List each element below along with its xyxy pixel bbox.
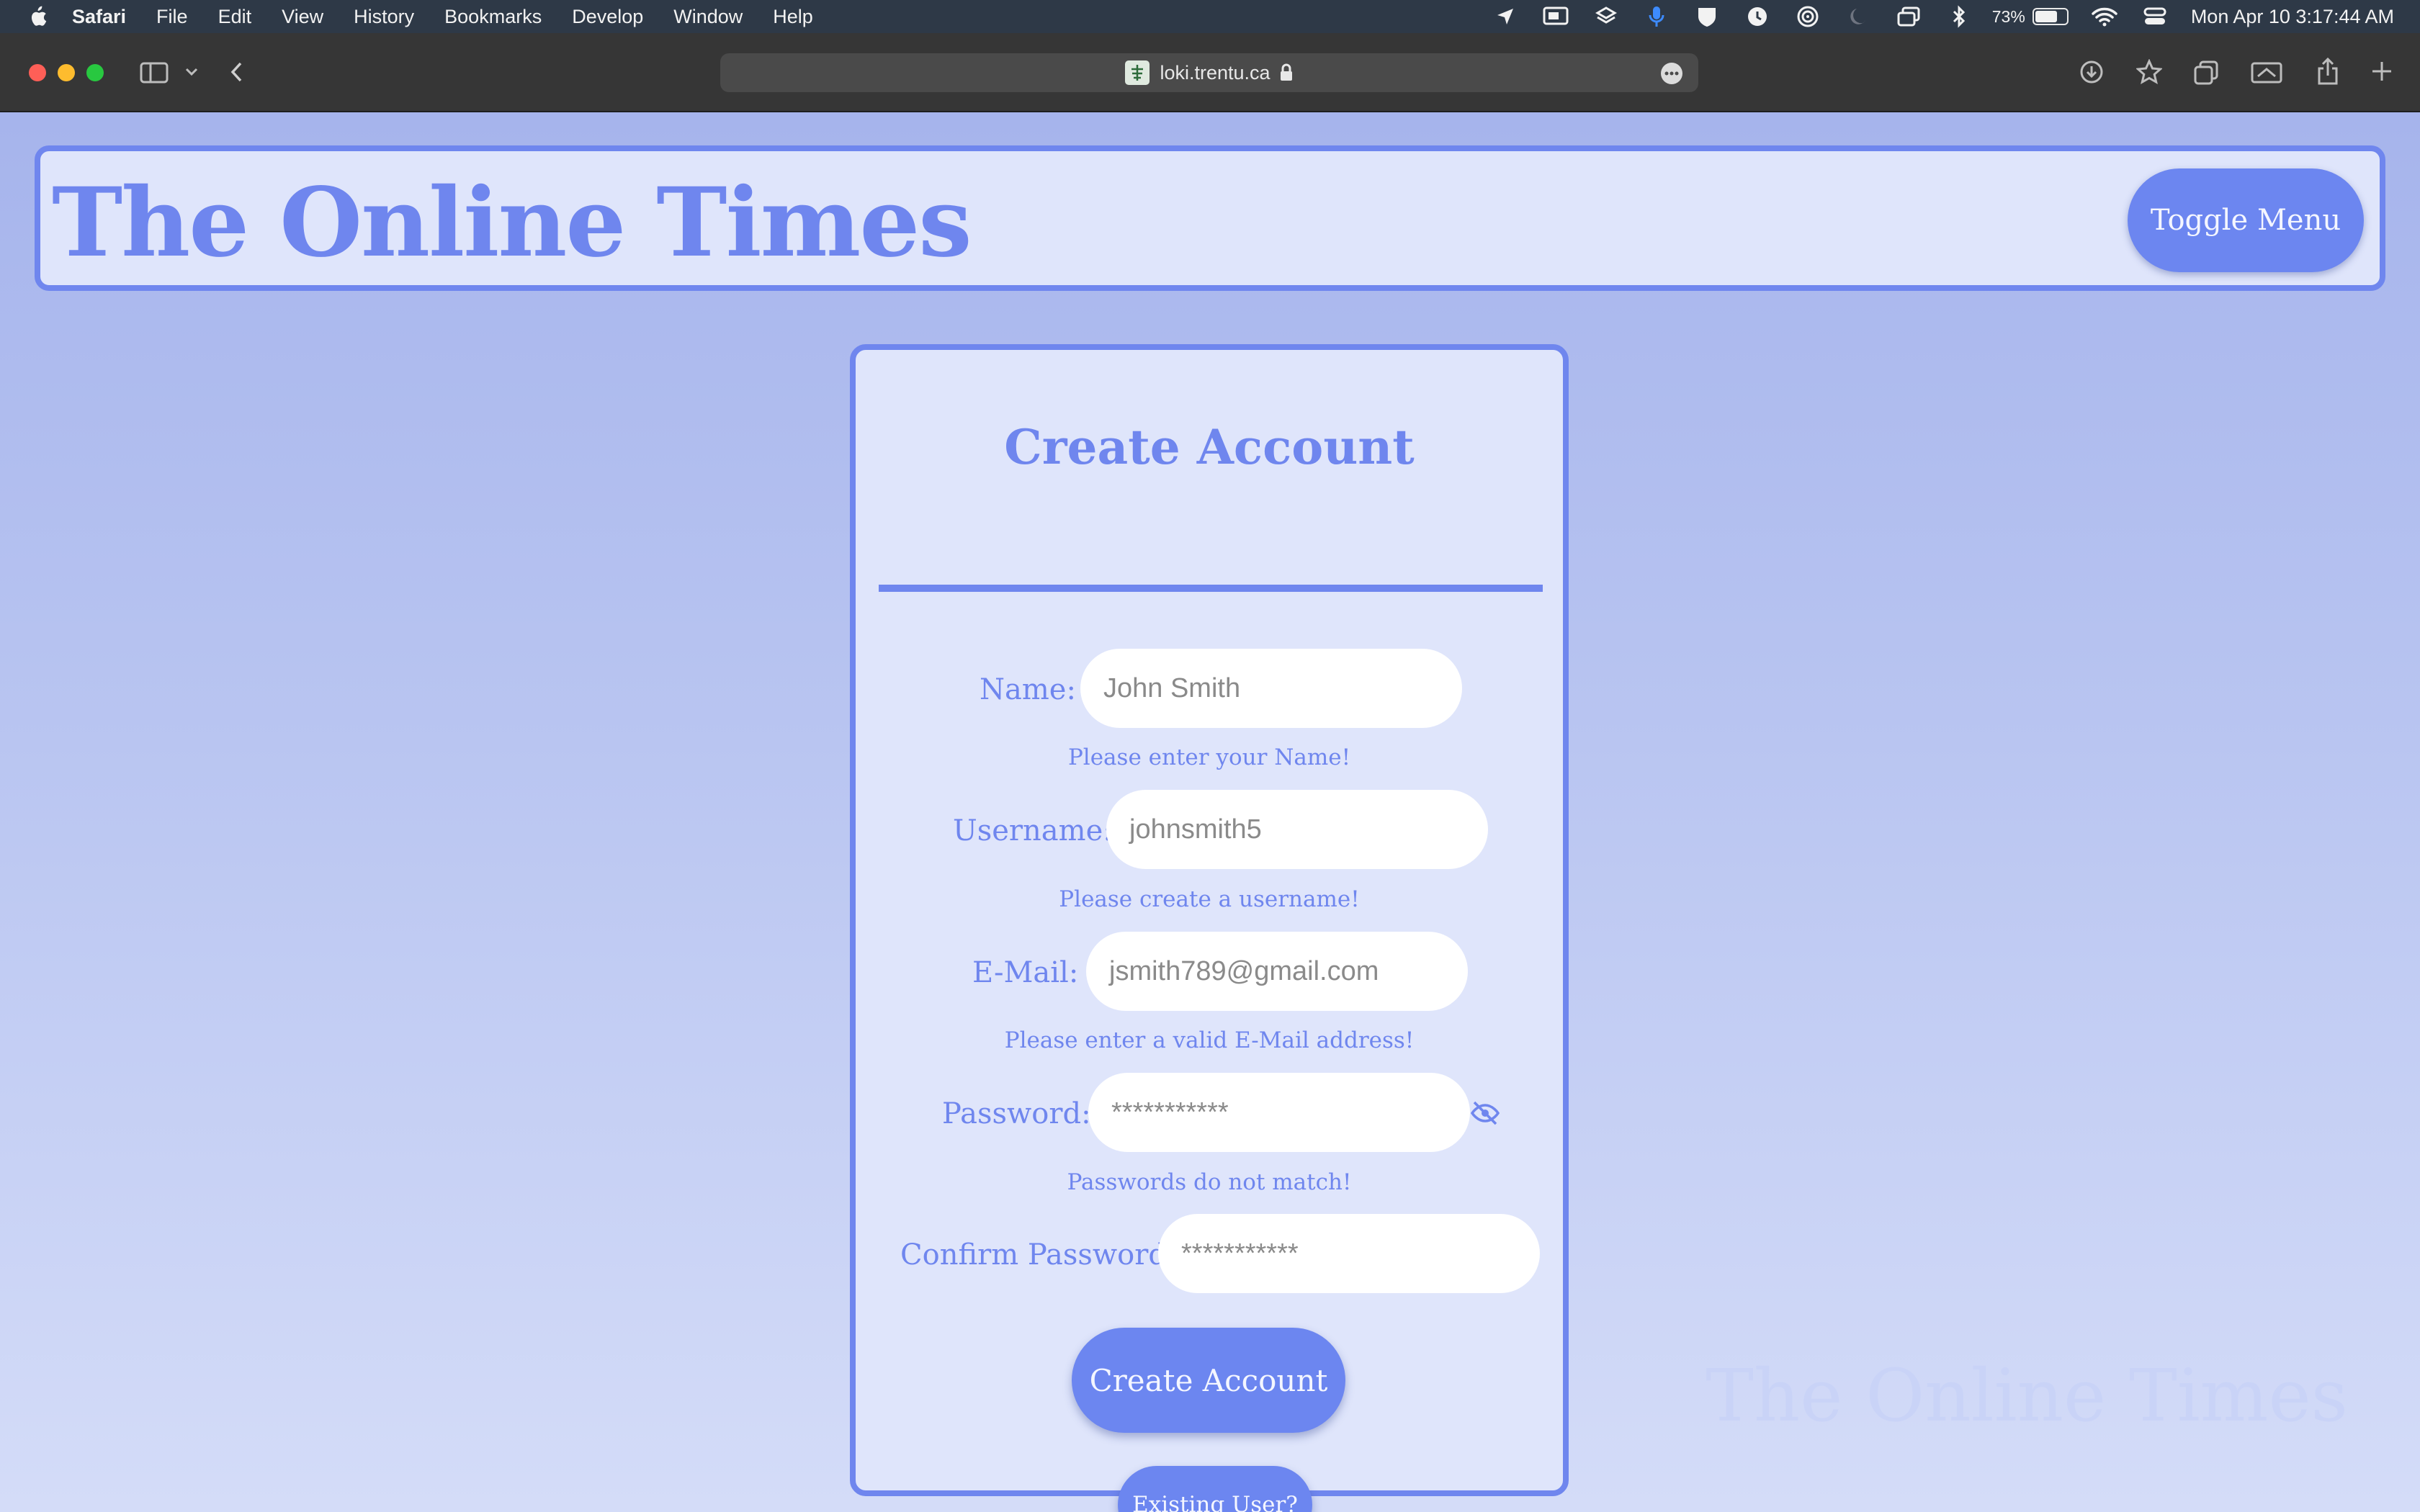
location-arrow-icon[interactable]	[1491, 2, 1520, 31]
password-hint: Passwords do not match!	[1067, 1169, 1352, 1195]
email-hint: Please enter a valid E-Mail address!	[1004, 1027, 1415, 1053]
control-center-icon[interactable]	[2141, 2, 2169, 31]
site-title[interactable]: The Online Times	[52, 167, 972, 279]
password-input[interactable]: ***********	[1088, 1073, 1470, 1152]
airdrop-icon[interactable]	[1793, 2, 1822, 31]
microphone-icon[interactable]	[1642, 2, 1671, 31]
create-account-button[interactable]: Create Account	[1072, 1328, 1345, 1433]
confirm-password-label: Confirm Password:	[900, 1238, 1177, 1272]
site-favicon-icon	[1125, 60, 1150, 85]
battery-icon[interactable]	[2032, 8, 2069, 25]
username-label: Username:	[953, 814, 1113, 847]
page-menu-icon[interactable]	[1661, 63, 1682, 84]
menu-window[interactable]: Window	[673, 6, 743, 28]
shield-icon[interactable]	[1693, 2, 1721, 31]
moon-icon[interactable]	[1844, 2, 1873, 31]
menu-file[interactable]: File	[156, 6, 188, 28]
share-icon[interactable]	[2315, 56, 2341, 86]
minimize-window-button[interactable]	[58, 64, 75, 81]
fullscreen-window-button[interactable]	[86, 64, 104, 81]
sidebar-toggle-icon[interactable]	[140, 60, 169, 85]
password-placeholder: ***********	[1111, 1097, 1229, 1128]
wifi-icon[interactable]	[2090, 2, 2119, 31]
eye-slash-icon[interactable]	[1469, 1099, 1501, 1128]
reading-list-icon[interactable]	[2250, 60, 2283, 85]
email-placeholder: jsmith789@gmail.com	[1109, 955, 1379, 986]
name-label: Name:	[980, 673, 1076, 706]
bookmark-star-icon[interactable]	[2135, 58, 2164, 86]
downloads-icon[interactable]	[2079, 59, 2105, 85]
tab-overview-icon[interactable]	[2192, 59, 2220, 86]
footer-watermark-title: The Online Times	[1706, 1354, 2348, 1438]
close-window-button[interactable]	[29, 64, 46, 81]
menu-edit[interactable]: Edit	[218, 6, 252, 28]
username-input[interactable]: johnsmith5	[1106, 790, 1488, 869]
name-input[interactable]: John Smith	[1080, 649, 1462, 728]
back-arrow-icon[interactable]	[228, 59, 245, 85]
name-hint: Please enter your Name!	[1067, 744, 1351, 770]
email-input[interactable]: jsmith789@gmail.com	[1086, 932, 1468, 1011]
menu-help[interactable]: Help	[773, 6, 813, 28]
menu-bar-clock[interactable]: Mon Apr 10 3:17:44 AM	[2191, 6, 2394, 28]
create-account-form: Create Account Name: John Smith Please e…	[850, 344, 1569, 1512]
email-label: E-Mail:	[972, 956, 1079, 989]
menu-bookmarks[interactable]: Bookmarks	[444, 6, 542, 28]
existing-user-button[interactable]: Existing User?	[1118, 1466, 1312, 1512]
toggle-menu-button[interactable]: Toggle Menu	[2128, 168, 2364, 272]
screen-mirroring-icon[interactable]	[1541, 2, 1570, 31]
window-icon[interactable]	[1894, 2, 1923, 31]
menu-develop[interactable]: Develop	[572, 6, 643, 28]
site-header: The Online Times Toggle Menu	[35, 145, 2385, 291]
clock-icon[interactable]	[1743, 2, 1772, 31]
bluetooth-icon[interactable]	[1945, 2, 1973, 31]
address-bar[interactable]: loki.trentu.ca	[720, 53, 1698, 92]
menu-safari[interactable]: Safari	[72, 6, 126, 28]
apple-menu-icon[interactable]	[27, 5, 48, 28]
confirm-password-placeholder: ***********	[1181, 1238, 1299, 1269]
username-placeholder: johnsmith5	[1129, 814, 1262, 845]
password-label: Password:	[942, 1097, 1091, 1130]
lock-icon	[1279, 63, 1294, 82]
menu-view[interactable]: View	[282, 6, 323, 28]
form-title: Create Account	[1004, 419, 1415, 475]
confirm-password-input[interactable]: ***********	[1158, 1214, 1540, 1293]
url-text[interactable]: loki.trentu.ca	[1160, 62, 1270, 84]
macos-menu-bar: Safari File Edit View History Bookmarks …	[0, 0, 2420, 33]
chevron-down-icon[interactable]	[183, 65, 200, 79]
battery-level-fill	[2035, 11, 2058, 22]
battery-percent: 73%	[1991, 6, 2025, 26]
new-tab-plus-icon[interactable]	[2370, 59, 2394, 84]
name-placeholder: John Smith	[1103, 672, 1241, 703]
layers-icon[interactable]	[1592, 2, 1621, 31]
username-hint: Please create a username!	[1059, 886, 1360, 912]
status-area: 73% Mon Apr 10 3:17:44 AM	[1469, 0, 2420, 33]
menu-history[interactable]: History	[354, 6, 414, 28]
web-page: The Online Times Toggle Menu The Online …	[0, 112, 2420, 1512]
title-divider	[879, 585, 1543, 592]
